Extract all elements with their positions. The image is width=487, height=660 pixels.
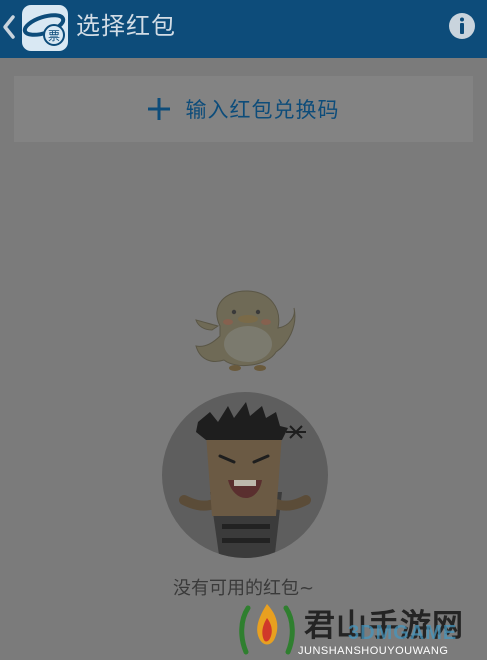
ticket-logo-icon: 票 [22, 13, 66, 46]
chick-mascot-illustration [195, 290, 296, 371]
empty-state-message: 没有可用的红包~ [172, 578, 315, 599]
page-title: 选择红包 [76, 12, 176, 40]
redeem-code-label: 输入红包兑换码 [185, 98, 340, 122]
app-header: 票 选择红包 [0, 0, 487, 58]
laurel-flame-logo-icon [239, 604, 295, 655]
chevron-left-icon[interactable] [2, 14, 16, 40]
watermark-subtitle: JUNSHANSHOUYOUWANG [298, 645, 449, 657]
shrugging-man-avatar [162, 392, 328, 558]
app-logo: 票 [22, 5, 68, 51]
site-watermark: 君山手游网 3DMGAME JUNSHANSHOUYOUWANG [236, 598, 487, 660]
logo-glyph: 票 [48, 29, 60, 43]
watermark-brand: 3DMGAME [348, 622, 458, 644]
redeem-code-button[interactable]: 输入红包兑换码 [14, 76, 473, 142]
info-icon[interactable] [448, 12, 476, 40]
plus-icon [147, 98, 170, 120]
